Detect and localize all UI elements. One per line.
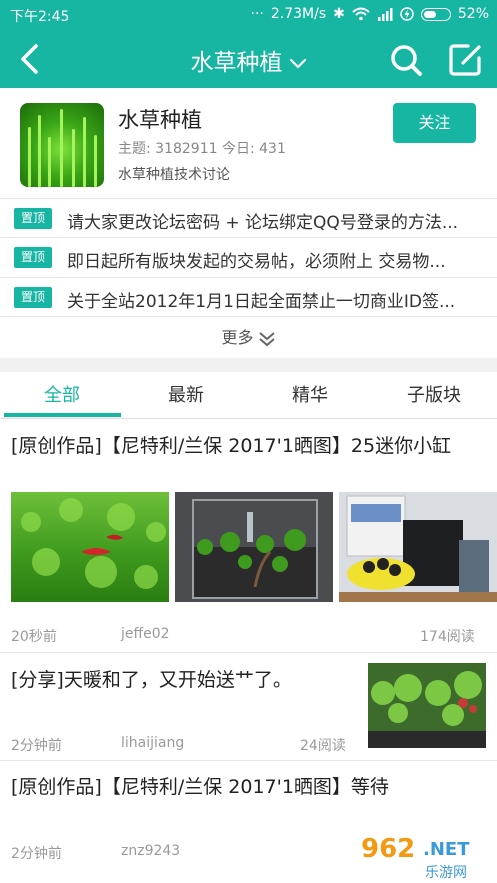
post-author[interactable]: jeffe02 (121, 626, 170, 642)
post-author[interactable]: lihaijiang (121, 735, 184, 751)
forum-name: 水草种植 (118, 108, 202, 132)
post-views: 174阅读 (420, 629, 475, 645)
app-header: 水草种植 (0, 30, 497, 88)
pinned-badge: 置顶 (14, 208, 52, 229)
post-image[interactable] (175, 492, 333, 602)
pinned-badge: 置顶 (14, 247, 52, 268)
post-views: 24阅读 (300, 738, 346, 754)
post-author[interactable]: znz9243 (121, 843, 180, 859)
pinned-post[interactable]: 置顶 即日起所有版块发起的交易帖，必须附上 交易物... (0, 237, 497, 276)
svg-text:.NET: .NET (423, 839, 470, 860)
post-time: 20秒前 (11, 629, 57, 645)
post-time: 2分钟前 (11, 846, 62, 862)
tab-latest[interactable]: 最新 (124, 372, 248, 419)
site-watermark-logo: 962 .NET 乐游网 (353, 829, 497, 883)
post-divider (0, 652, 497, 653)
tab-featured[interactable]: 精华 (248, 372, 372, 419)
post-title[interactable]: [原创作品]【尼特利/兰保 2017'1晒图】等待 (11, 773, 487, 801)
tab-all[interactable]: 全部 (0, 372, 124, 419)
follow-button[interactable]: 关注 (393, 103, 476, 143)
tab-bar: 全部 最新 精华 子版块 (0, 372, 497, 419)
charging-icon (400, 7, 414, 21)
bluetooth-icon: ✱ (333, 6, 345, 22)
status-time: 下午2:45 (10, 9, 70, 25)
pinned-post[interactable]: 置顶 请大家更改论坛密码 + 论坛绑定QQ号登录的方法... (0, 198, 497, 237)
double-chevron-down-icon (258, 331, 275, 346)
post-title[interactable]: [原创作品]【尼特利/兰保 2017'1晒图】25迷你小缸 (11, 432, 487, 460)
post-image[interactable] (368, 663, 486, 748)
status-bar: 下午2:45 ··· 2.73M/s ✱ 52% (0, 0, 497, 30)
signal-icon (377, 8, 393, 21)
dots-icon: ··· (250, 6, 264, 22)
tab-subforums[interactable]: 子版块 (372, 372, 496, 419)
post-time: 2分钟前 (11, 738, 62, 754)
more-button[interactable]: 更多 (0, 316, 497, 358)
section-divider (0, 358, 497, 372)
battery-percent: 52% (457, 6, 489, 22)
search-icon[interactable] (388, 42, 424, 78)
svg-text:962: 962 (361, 834, 415, 864)
header-title: 水草种植 (190, 50, 283, 76)
compose-icon[interactable] (448, 42, 484, 78)
chevron-down-icon (289, 58, 306, 69)
post-image[interactable] (11, 492, 169, 602)
wifi-icon (352, 7, 370, 21)
pinned-badge: 置顶 (14, 287, 52, 308)
svg-text:乐游网: 乐游网 (425, 865, 467, 881)
pinned-post-title: 关于全站2012年1月1日起全面禁止一切商业ID签... (67, 292, 456, 312)
post-image[interactable] (339, 492, 497, 602)
status-right: ··· 2.73M/s ✱ 52% (251, 6, 489, 22)
forum-stats: 主题: 3182911 今日: 431 (118, 141, 286, 157)
battery-icon (420, 7, 451, 21)
more-label: 更多 (221, 328, 254, 347)
post-title[interactable]: [分享]天暖和了，又开始送艹了。 (11, 666, 361, 694)
forum-logo (20, 103, 104, 187)
pinned-post-title: 即日起所有版块发起的交易帖，必须附上 交易物... (67, 252, 446, 272)
tab-indicator (4, 413, 121, 417)
post-divider (0, 760, 497, 761)
pinned-post-title: 请大家更改论坛密码 + 论坛绑定QQ号登录的方法... (67, 213, 459, 233)
pinned-post[interactable]: 置顶 关于全站2012年1月1日起全面禁止一切商业ID签... (0, 277, 497, 316)
forum-description: 水草种植技术讨论 (118, 167, 230, 183)
network-speed: 2.73M/s (270, 6, 327, 22)
